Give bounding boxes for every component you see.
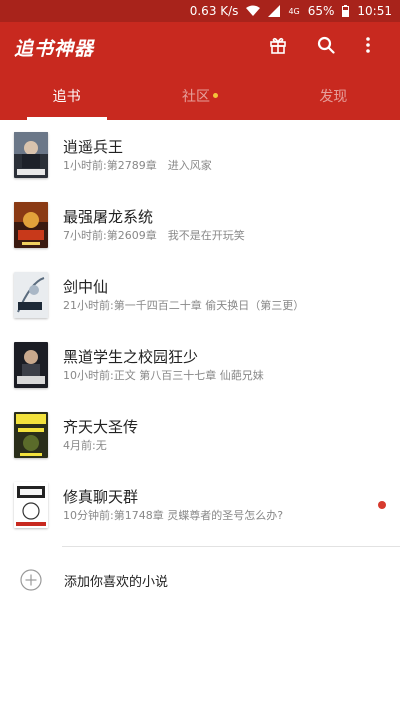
book-info: 齐天大圣传 4月前:无 [63,416,138,454]
book-info: 剑中仙 21小时前:第一千四百二十章 偷天换日（第三更） [63,276,304,314]
mobile-network-label: 4G [288,6,300,16]
book-row[interactable]: 修真聊天群 10分钟前:第1748章 灵蝶尊者的圣号怎么办? [0,470,400,540]
tab-discover[interactable]: 发现 [267,72,400,120]
book-latest-chapter: 10分钟前:第1748章 灵蝶尊者的圣号怎么办? [63,509,284,522]
book-row[interactable]: 黑道学生之校园狂少 10小时前:正文 第八百三十七章 仙葩兄妹 [0,330,400,400]
tab-label: 追书 [52,89,81,105]
book-latest-chapter: 10小时前:正文 第八百三十七章 仙葩兄妹 [63,369,264,382]
book-latest-chapter: 21小时前:第一千四百二十章 偷天换日（第三更） [63,299,305,312]
book-cover [14,202,48,248]
book-list: 逍遥兵王 1小时前:第2789章 进入风家 最强屠龙系统 7小时前:第2609章… [0,120,400,540]
book-title: 逍遥兵王 [63,138,124,156]
tab-follow[interactable]: 追书 [0,72,133,120]
book-cover [14,342,48,388]
tab-community[interactable]: 社区 [133,72,266,120]
book-latest-chapter: 7小时前:第2609章 我不是在开玩笑 [63,229,245,242]
add-book-button[interactable]: 添加你喜欢的小说 [0,547,400,613]
clock: 10:51 [357,4,392,18]
tab-bar: 追书 社区 发现 [0,72,400,120]
wifi-icon [246,5,261,17]
book-title: 黑道学生之校园狂少 [63,348,199,366]
book-row[interactable]: 剑中仙 21小时前:第一千四百二十章 偷天换日（第三更） [0,260,400,330]
notification-dot [212,92,218,98]
book-row[interactable]: 逍遥兵王 1小时前:第2789章 进入风家 [0,120,400,190]
book-latest-chapter: 4月前:无 [63,439,107,452]
book-cover [14,272,48,318]
app-title: 追书神器 [14,37,95,60]
book-title: 修真聊天群 [63,488,139,506]
tab-label: 社区 [181,89,210,105]
gift-icon [269,36,287,58]
network-speed: 0.63 K/s [189,4,239,18]
book-latest-chapter: 1小时前:第2789章 进入风家 [63,159,212,172]
book-title: 剑中仙 [63,278,109,296]
add-book-label: 添加你喜欢的小说 [64,574,169,590]
book-info: 黑道学生之校园狂少 10小时前:正文 第八百三十七章 仙葩兄妹 [63,346,264,384]
battery-percent: 65% [307,4,335,18]
book-title: 齐天大圣传 [63,418,139,436]
battery-icon [342,5,350,17]
book-info: 最强屠龙系统 7小时前:第2609章 我不是在开玩笑 [63,206,245,244]
book-row[interactable]: 齐天大圣传 4月前:无 [0,400,400,470]
signal-icon [268,5,281,17]
book-cover [14,132,48,178]
book-info: 逍遥兵王 1小时前:第2789章 进入风家 [63,136,212,174]
gift-button[interactable] [254,27,302,67]
unread-dot [378,501,386,509]
more-button[interactable] [350,27,386,67]
search-icon [317,36,335,58]
book-cover [14,482,48,528]
book-cover [14,412,48,458]
book-info: 修真聊天群 10分钟前:第1748章 灵蝶尊者的圣号怎么办? [63,486,283,524]
plus-circle-icon [20,569,42,591]
search-button[interactable] [302,27,350,67]
app-bar: 追书神器 [0,22,400,72]
book-row[interactable]: 最强屠龙系统 7小时前:第2609章 我不是在开玩笑 [0,190,400,260]
tab-label: 发现 [319,89,348,105]
more-vert-icon [366,37,370,57]
status-bar: 0.63 K/s 4G 65% 10:51 [0,0,400,22]
book-title: 最强屠龙系统 [63,208,154,226]
app-actions [254,27,386,67]
